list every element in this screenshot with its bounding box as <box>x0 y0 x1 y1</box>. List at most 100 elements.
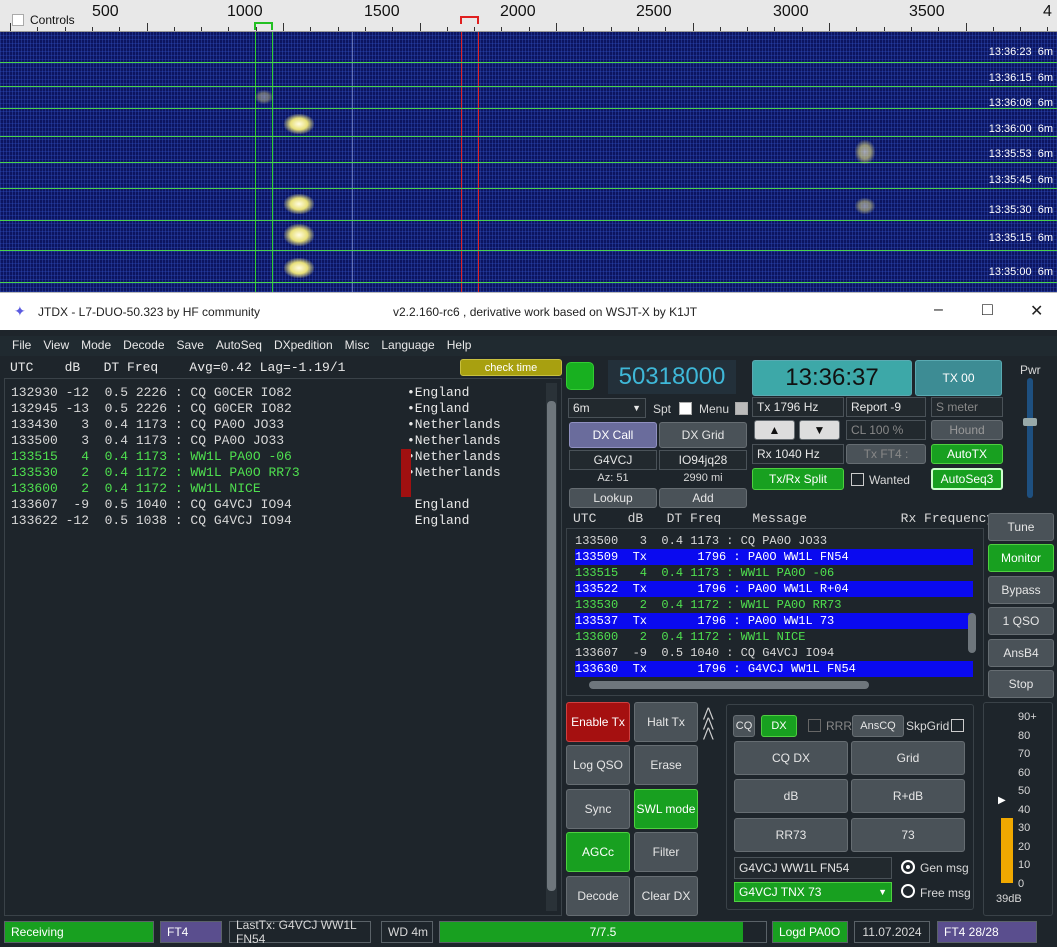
one-qso-button[interactable]: 1 QSO <box>988 607 1054 635</box>
cq-dx-button[interactable]: CQ DX <box>734 741 848 775</box>
dial-frequency[interactable]: 50318000 <box>608 360 736 394</box>
check-time-button[interactable]: check time <box>460 359 562 376</box>
free-msg-radio[interactable] <box>901 884 915 898</box>
rx-frequency-row[interactable]: 133522 Tx 1796 : PA0O WW1L R+04 <box>575 581 973 597</box>
menu-help[interactable]: Help <box>441 336 478 354</box>
menu-mode[interactable]: Mode <box>75 336 117 354</box>
rx-list-scrollbar[interactable] <box>967 533 977 677</box>
spectrogram[interactable]: 13:36:23 6m 13:36:15 6m 13:36:08 6m 13:3… <box>0 32 1057 292</box>
tx-up-button[interactable]: ▲ <box>754 420 795 440</box>
menu-save[interactable]: Save <box>171 336 210 354</box>
rx-frequency-list[interactable]: 133500 3 0.4 1173 : CQ PA0O JO33 133509 T… <box>566 528 984 696</box>
rx-marker[interactable] <box>254 22 273 30</box>
agcc-button[interactable]: AGCc <box>566 832 630 872</box>
smeter-field[interactable]: S meter <box>931 397 1003 417</box>
rx-frequency-row[interactable]: 133530 2 0.4 1172 : WW1L PA0O RR73 <box>575 597 973 613</box>
dx-button[interactable]: DX <box>761 715 797 737</box>
menu-decode[interactable]: Decode <box>117 336 170 354</box>
band-activity-row[interactable]: 133530 2 0.4 1172 : WW1L PA0O RR73 •Nethe… <box>11 465 561 481</box>
band-activity-row[interactable]: 132930 -12 0.5 2226 : CQ G0CER IO82 •Engl… <box>11 385 561 401</box>
waterfall[interactable]: Controls 500 1000 1500 2000 2500 3000 35… <box>0 0 1057 292</box>
sync-button[interactable]: Sync <box>566 789 630 829</box>
power-slider[interactable] <box>1023 378 1037 498</box>
lookup-button[interactable]: Lookup <box>569 488 657 508</box>
rx-frequency-row[interactable]: 133537 Tx 1796 : PA0O WW1L 73 <box>575 613 973 629</box>
menu-view[interactable]: View <box>37 336 75 354</box>
menu-misc[interactable]: Misc <box>339 336 376 354</box>
rx-frequency-row[interactable]: 133500 3 0.4 1173 : CQ PA0O JO33 <box>575 533 973 549</box>
r-db-button[interactable]: R+dB <box>851 779 965 813</box>
collapse-arrows-icon[interactable]: ⋀ ⋀ ⋀ <box>703 706 714 739</box>
dx-grid-button[interactable]: DX Grid <box>659 422 747 448</box>
rx-frequency-spinbox[interactable]: Rx 1040 Hz <box>752 444 844 464</box>
clear-dx-button[interactable]: Clear DX <box>634 876 698 916</box>
stop-button[interactable]: Stop <box>988 670 1054 698</box>
band-activity-row[interactable]: 133515 4 0.4 1173 : WW1L PA0O -06 •Nether… <box>11 449 561 465</box>
menu-checkbox[interactable] <box>735 401 748 416</box>
autotx-button[interactable]: AutoTX <box>931 444 1003 464</box>
dx-call-field[interactable]: G4VCJ <box>569 450 657 470</box>
rx-frequency-row[interactable]: 133509 Tx 1796 : PA0O WW1L FN54 <box>575 549 973 565</box>
cl-spinbox[interactable]: CL 100 % <box>846 420 926 440</box>
maximize-icon[interactable]: □ <box>982 299 993 320</box>
add-button[interactable]: Add <box>659 488 747 508</box>
spot-checkbox[interactable] <box>679 401 692 416</box>
controls-checkbox[interactable] <box>12 12 24 26</box>
ansb4-button[interactable]: AnsB4 <box>988 639 1054 667</box>
hound-button[interactable]: Hound <box>931 420 1003 440</box>
gen-msg-radio[interactable] <box>901 860 915 874</box>
db-button[interactable]: dB <box>734 779 848 813</box>
rrr-checkbox[interactable] <box>808 718 821 733</box>
menu-dxpedition[interactable]: DXpedition <box>268 336 339 354</box>
rx-list-hscrollbar[interactable] <box>571 679 963 691</box>
band-activity-row[interactable]: 133500 3 0.4 1173 : CQ PA0O JO33 •Netherl… <box>11 433 561 449</box>
swl-mode-button[interactable]: SWL mode <box>634 789 698 829</box>
tx00-button[interactable]: TX 00 <box>915 360 1002 396</box>
enable-tx-button[interactable]: Enable Tx <box>566 702 630 742</box>
report-spinbox[interactable]: Report -9 <box>846 397 926 417</box>
grid-button[interactable]: Grid <box>851 741 965 775</box>
tune-button[interactable]: Tune <box>988 513 1054 541</box>
tx-frequency-spinbox[interactable]: Tx 1796 Hz <box>752 397 844 417</box>
filter-button[interactable]: Filter <box>634 832 698 872</box>
rr73-button[interactable]: RR73 <box>734 818 848 852</box>
tx-marker[interactable] <box>460 16 479 24</box>
band-activity-row[interactable]: 133430 3 0.4 1173 : CQ PA0O JO33 •Netherl… <box>11 417 561 433</box>
skpgrid-checkbox[interactable] <box>951 718 964 733</box>
bypass-button[interactable]: Bypass <box>988 576 1054 604</box>
rx-frequency-row[interactable]: 133515 4 0.4 1173 : WW1L PA0O -06 <box>575 565 973 581</box>
anscq-button[interactable]: AnsCQ <box>852 715 904 737</box>
erase-button[interactable]: Erase <box>634 745 698 785</box>
rx-frequency-row[interactable]: 133630 Tx 1796 : G4VCJ WW1L FN54 <box>575 661 973 677</box>
menu-autoseq[interactable]: AutoSeq <box>210 336 268 354</box>
halt-tx-button[interactable]: Halt Tx <box>634 702 698 742</box>
73-button[interactable]: 73 <box>851 818 965 852</box>
band-activity-row[interactable]: 133607 -9 0.5 1040 : CQ G4VCJ IO94 Engla… <box>11 497 561 513</box>
band-select[interactable]: 6m ▼ <box>568 398 646 418</box>
band-activity-row[interactable]: 132945 -13 0.5 2226 : CQ G0CER IO82 •Engl… <box>11 401 561 417</box>
log-qso-button[interactable]: Log QSO <box>566 745 630 785</box>
cq-button[interactable]: CQ <box>733 715 755 737</box>
minimize-icon[interactable]: – <box>934 301 943 319</box>
band-activity-scrollbar[interactable] <box>546 383 557 911</box>
dx-grid-field[interactable]: IO94jq28 <box>659 450 747 470</box>
tx-down-button[interactable]: ▼ <box>799 420 840 440</box>
band-activity-list[interactable]: 132930 -12 0.5 2226 : CQ G0CER IO82 •Engl… <box>4 378 562 916</box>
generated-message-field[interactable]: G4VCJ WW1L FN54 <box>734 857 892 879</box>
tx-ft4-button[interactable]: Tx FT4 : <box>846 444 926 464</box>
monitor-button[interactable]: Monitor <box>988 544 1054 572</box>
free-message-select[interactable]: G4VCJ TNX 73 ▼ <box>734 882 892 902</box>
band-activity-row[interactable]: 133600 2 0.4 1172 : WW1L NICE <box>11 481 561 497</box>
rx-frequency-row[interactable]: 133600 2 0.4 1172 : WW1L NICE <box>575 629 973 645</box>
dx-call-button[interactable]: DX Call <box>569 422 657 448</box>
rx-frequency-row[interactable]: 133607 -9 0.5 1040 : CQ G4VCJ IO94 <box>575 645 973 661</box>
menu-language[interactable]: Language <box>375 336 440 354</box>
decode-button[interactable]: Decode <box>566 876 630 916</box>
autoseq-button[interactable]: AutoSeq3 <box>931 468 1003 490</box>
frequency-scale[interactable]: Controls 500 1000 1500 2000 2500 3000 35… <box>0 0 1057 32</box>
close-icon[interactable]: ✕ <box>1030 301 1043 321</box>
tx-rx-split-button[interactable]: Tx/Rx Split <box>752 468 844 490</box>
band-activity-row[interactable]: 133622 -12 0.5 1038 : CQ G4VCJ IO94 Engl… <box>11 513 561 529</box>
wanted-checkbox[interactable] <box>851 472 864 487</box>
menu-file[interactable]: File <box>6 336 37 354</box>
